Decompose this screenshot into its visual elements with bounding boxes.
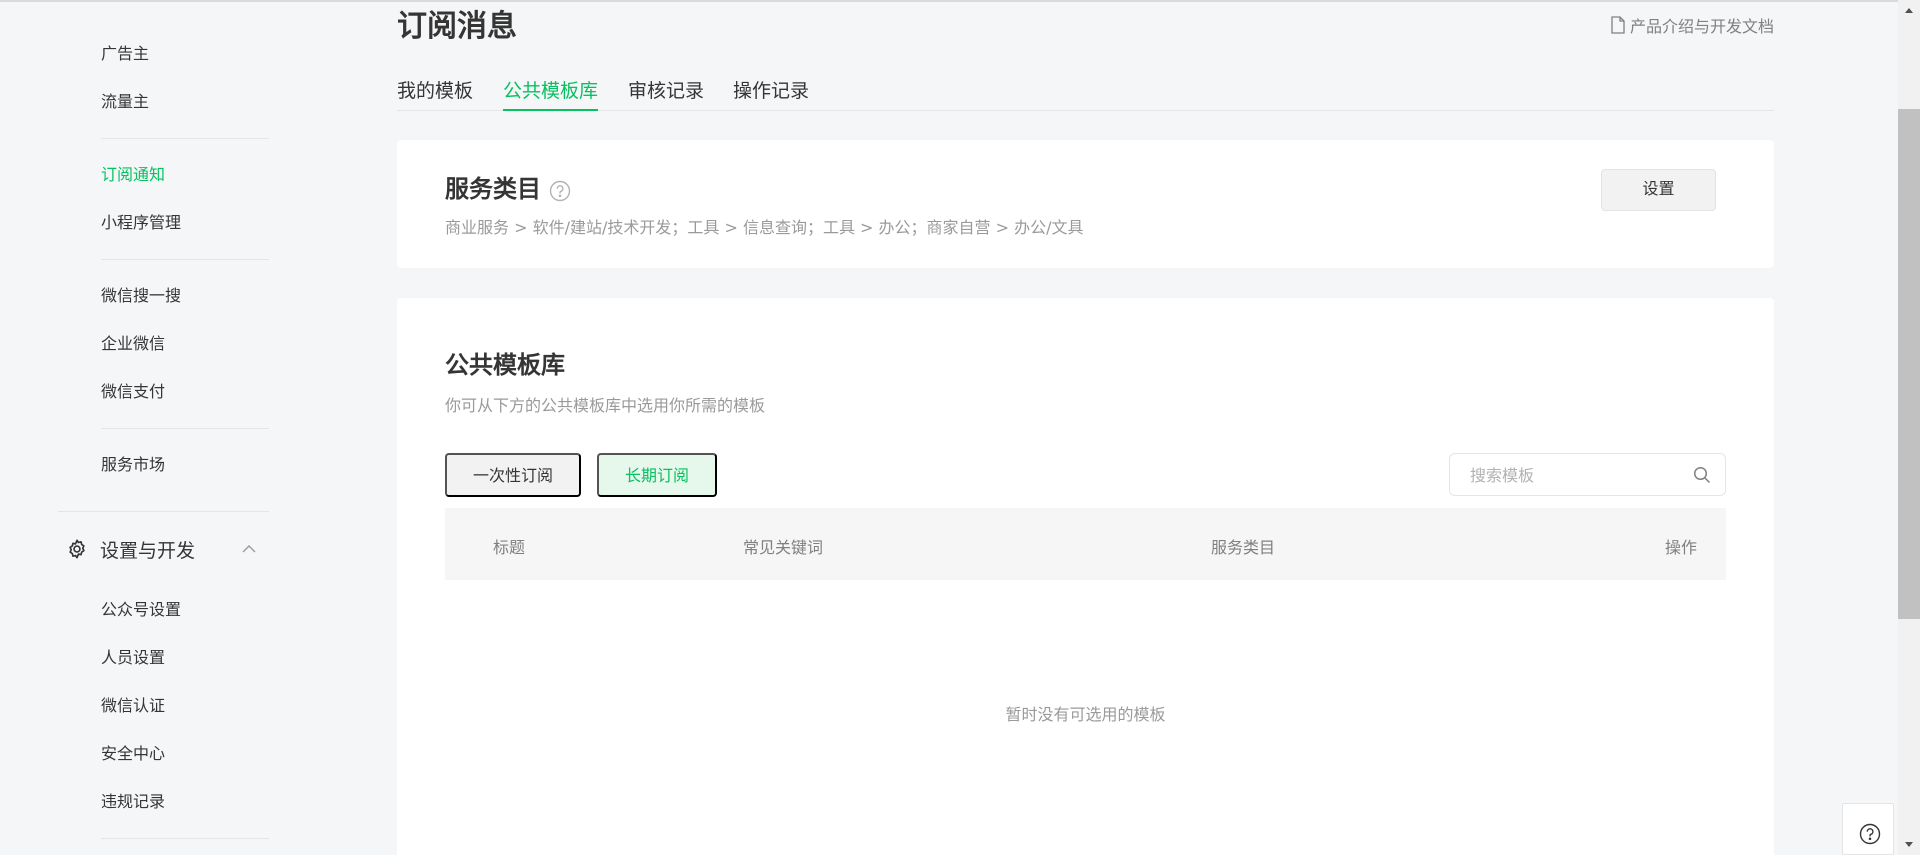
column-keywords: 常见关键词 [743, 538, 824, 557]
doc-link-label: 产品介绍与开发文档 [1629, 17, 1774, 36]
sidebar-item-wechat-verify[interactable]: 微信认证 [101, 696, 165, 716]
sidebar-item-wecom[interactable]: 企业微信 [101, 334, 165, 354]
sidebar: 广告主 流量主 订阅通知 小程序管理 微信搜一搜 企业微信 微信支付 服务市场 … [0, 0, 290, 855]
help-button[interactable] [1842, 803, 1894, 855]
service-category-title: 服务类目 [445, 175, 541, 203]
segment-one-time[interactable]: 一次性订阅 [445, 453, 581, 497]
sidebar-group-title: 设置与开发 [100, 539, 196, 562]
question-icon[interactable] [549, 180, 571, 202]
sidebar-item-miniprogram[interactable]: 小程序管理 [101, 213, 181, 233]
sidebar-item-security-center[interactable]: 安全中心 [101, 744, 165, 764]
search-icon[interactable] [1693, 466, 1711, 484]
service-category-path: 商业服务 > 软件/建站/技术开发；工具 > 信息查询；工具 > 办公；商家自营… [445, 218, 1084, 237]
chevron-up-icon[interactable] [240, 540, 258, 558]
column-title: 标题 [493, 538, 526, 557]
sidebar-divider [101, 138, 269, 139]
sidebar-item-violation-records[interactable]: 违规记录 [101, 792, 165, 812]
sidebar-item-wechat-pay[interactable]: 微信支付 [101, 382, 165, 402]
document-icon [1611, 16, 1625, 34]
gear-icon [66, 538, 88, 560]
sidebar-item-member-settings[interactable]: 人员设置 [101, 648, 165, 668]
library-title: 公共模板库 [445, 351, 565, 379]
sidebar-group-settings-dev[interactable]: 设置与开发 [66, 537, 266, 562]
tab-public-library[interactable]: 公共模板库 [503, 79, 599, 111]
settings-button[interactable]: 设置 [1601, 169, 1716, 211]
column-category: 服务类目 [1211, 538, 1276, 557]
column-action: 操作 [1665, 538, 1698, 557]
sidebar-item-publisher[interactable]: 流量主 [101, 92, 149, 112]
tab-review-records[interactable]: 审核记录 [628, 79, 704, 109]
sidebar-item-wechat-search[interactable]: 微信搜一搜 [101, 286, 181, 306]
empty-state-text: 暂时没有可选用的模板 [1005, 705, 1166, 724]
doc-link[interactable]: 产品介绍与开发文档 [1610, 13, 1774, 37]
sidebar-divider [101, 428, 269, 429]
segment-long-term[interactable]: 长期订阅 [597, 453, 717, 497]
sidebar-divider [101, 259, 269, 260]
scroll-down-arrow-icon[interactable] [1898, 833, 1920, 855]
tab-bar: 我的模板 公共模板库 审核记录 操作记录 [397, 75, 1774, 111]
tab-my-templates[interactable]: 我的模板 [397, 79, 473, 109]
sidebar-item-service-market[interactable]: 服务市场 [101, 455, 165, 475]
question-icon [1859, 823, 1881, 845]
public-library-card: 公共模板库 你可从下方的公共模板库中选用你所需的模板 一次性订阅 长期订阅 标题… [397, 298, 1774, 855]
tab-operation-records[interactable]: 操作记录 [733, 79, 809, 109]
library-description: 你可从下方的公共模板库中选用你所需的模板 [445, 396, 766, 415]
service-category-card: 服务类目 商业服务 > 软件/建站/技术开发；工具 > 信息查询；工具 > 办公… [397, 140, 1774, 268]
scrollbar-thumb[interactable] [1898, 109, 1920, 619]
scroll-up-arrow-icon[interactable] [1898, 0, 1920, 22]
search-box[interactable] [1449, 453, 1726, 496]
sidebar-divider [58, 511, 269, 512]
table-header: 标题 常见关键词 服务类目 操作 [445, 508, 1726, 580]
sidebar-item-advertiser[interactable]: 广告主 [101, 44, 149, 64]
page-title: 订阅消息 [397, 9, 517, 44]
sidebar-divider [101, 838, 269, 839]
sidebar-item-account-settings[interactable]: 公众号设置 [101, 600, 181, 620]
sidebar-item-subscription-notice[interactable]: 订阅通知 [101, 165, 165, 185]
search-input[interactable] [1470, 464, 1690, 486]
